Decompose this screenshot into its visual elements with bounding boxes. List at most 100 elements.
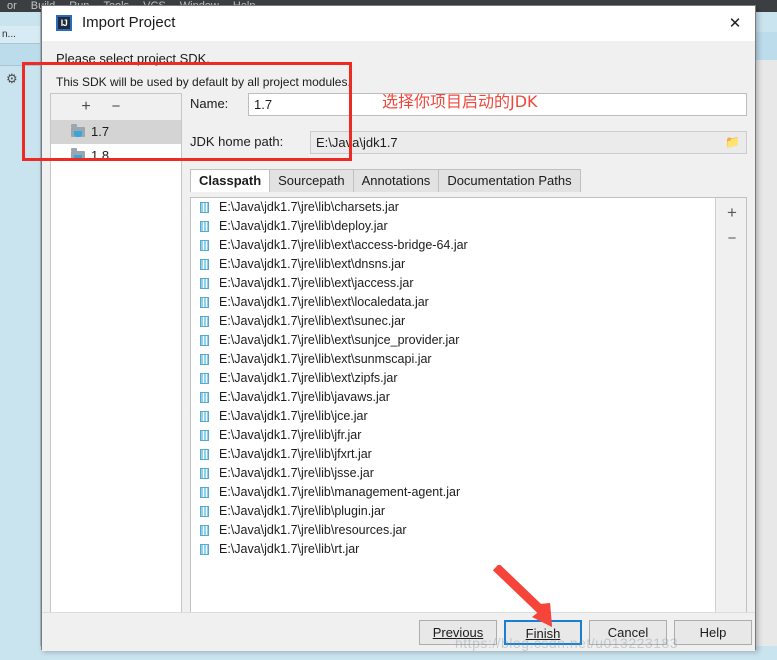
jar-file-icon (200, 316, 209, 327)
classpath-item-label: E:\Java\jdk1.7\jre\lib\ext\access-bridge… (219, 238, 468, 252)
tab-annotations[interactable]: Annotations (353, 169, 440, 192)
watermark-text: https://blog.csdn.net/u013223183 (455, 635, 679, 651)
dialog-prompt: Please select project SDK. (56, 51, 210, 66)
folder-browse-icon[interactable]: 📁 (725, 136, 740, 148)
menu-item-0[interactable]: or (0, 0, 24, 12)
classpath-item-label: E:\Java\jdk1.7\jre\lib\javaws.jar (219, 390, 390, 404)
classpath-list-item[interactable]: E:\Java\jdk1.7\jre\lib\rt.jar (191, 540, 715, 559)
remove-sdk-button[interactable]: − (107, 98, 125, 116)
classpath-item-label: E:\Java\jdk1.7\jre\lib\jce.jar (219, 409, 368, 423)
jar-file-icon (200, 449, 209, 460)
add-sdk-button[interactable]: + (77, 98, 95, 116)
dialog-body: Please select project SDK. This SDK will… (42, 41, 755, 651)
java-sdk-icon (71, 148, 86, 163)
classpath-item-label: E:\Java\jdk1.7\jre\lib\rt.jar (219, 542, 360, 556)
jar-file-icon (200, 544, 209, 555)
classpath-item-label: E:\Java\jdk1.7\jre\lib\ext\jaccess.jar (219, 276, 414, 290)
classpath-list-item[interactable]: E:\Java\jdk1.7\jre\lib\ext\localedata.ja… (191, 293, 715, 312)
sdk-item-label: 1.7 (91, 124, 110, 139)
close-icon[interactable]: ✕ (725, 14, 745, 34)
ide-left-tool-tab[interactable]: n... (0, 26, 40, 44)
classpath-list-item[interactable]: E:\Java\jdk1.7\jre\lib\ext\jaccess.jar (191, 274, 715, 293)
jar-file-icon (200, 221, 209, 232)
classpath-list[interactable]: E:\Java\jdk1.7\jre\lib\charsets.jar E:\Ja… (191, 198, 715, 647)
dialog-subprompt: This SDK will be used by default by all … (56, 75, 351, 89)
ide-left-toolwindow-strip: n... ⚙ (0, 12, 41, 660)
classpath-list-item[interactable]: E:\Java\jdk1.7\jre\lib\ext\dnsns.jar (191, 255, 715, 274)
ide-right-gutter (755, 12, 777, 660)
classpath-list-item[interactable]: E:\Java\jdk1.7\jre\lib\ext\sunec.jar (191, 312, 715, 331)
gear-icon[interactable]: ⚙ (6, 72, 20, 86)
classpath-item-label: E:\Java\jdk1.7\jre\lib\ext\dnsns.jar (219, 257, 406, 271)
jar-file-icon (200, 202, 209, 213)
jdk-home-path-input[interactable]: E:\Java\jdk1.7 📁 (310, 131, 747, 154)
jar-file-icon (200, 411, 209, 422)
add-classpath-button[interactable]: + (723, 204, 741, 222)
ide-right-toolwindow-band-2 (755, 32, 777, 60)
classpath-list-item[interactable]: E:\Java\jdk1.7\jre\lib\jsse.jar (191, 464, 715, 483)
classpath-list-item[interactable]: E:\Java\jdk1.7\jre\lib\ext\sunmscapi.jar (191, 350, 715, 369)
classpath-item-label: E:\Java\jdk1.7\jre\lib\management-agent.… (219, 485, 461, 499)
classpath-item-label: E:\Java\jdk1.7\jre\lib\ext\sunmscapi.jar (219, 352, 432, 366)
classpath-item-label: E:\Java\jdk1.7\jre\lib\jfxrt.jar (219, 447, 372, 461)
tab-sourcepath[interactable]: Sourcepath (270, 169, 354, 192)
remove-classpath-button[interactable]: − (723, 230, 741, 248)
intellij-logo-icon: IJ (56, 15, 72, 31)
jar-file-icon (200, 354, 209, 365)
tab-documentation-paths[interactable]: Documentation Paths (439, 169, 581, 192)
dialog-title: Import Project (82, 14, 176, 31)
classpath-item-label: E:\Java\jdk1.7\jre\lib\jsse.jar (219, 466, 374, 480)
classpath-side-toolbar: + − (715, 198, 746, 647)
jar-file-icon (200, 430, 209, 441)
annotation-note-text: 选择你项目启动的JDK (382, 92, 538, 111)
classpath-list-item[interactable]: E:\Java\jdk1.7\jre\lib\jfr.jar (191, 426, 715, 445)
classpath-item-label: E:\Java\jdk1.7\jre\lib\charsets.jar (219, 200, 399, 214)
classpath-list-item[interactable]: E:\Java\jdk1.7\jre\lib\resources.jar (191, 521, 715, 540)
jar-file-icon (200, 335, 209, 346)
jar-file-icon (200, 506, 209, 517)
sdk-list-toolbar: + − (51, 94, 181, 120)
classpath-list-item[interactable]: E:\Java\jdk1.7\jre\lib\charsets.jar (191, 198, 715, 217)
sdk-item-label: 1.8 (91, 148, 110, 163)
java-sdk-icon (71, 124, 86, 139)
screen: orBuildRunToolsVCSWindowHelp n... ⚙ IJ I… (0, 0, 777, 660)
classpath-item-label: E:\Java\jdk1.7\jre\lib\resources.jar (219, 523, 407, 537)
classpath-list-item[interactable]: E:\Java\jdk1.7\jre\lib\javaws.jar (191, 388, 715, 407)
jar-file-icon (200, 373, 209, 384)
sdk-detail-pane: Name: 1.7 JDK home path: E:\Java\jdk1.7 … (190, 93, 747, 648)
classpath-item-label: E:\Java\jdk1.7\jre\lib\ext\localedata.ja… (219, 295, 429, 309)
sdk-list-item-1-8[interactable]: 1.8 (51, 144, 181, 168)
name-label: Name: (190, 96, 229, 111)
dialog-title-bar: IJ Import Project ✕ (42, 6, 755, 41)
classpath-item-label: E:\Java\jdk1.7\jre\lib\plugin.jar (219, 504, 386, 518)
classpath-list-item[interactable]: E:\Java\jdk1.7\jre\lib\management-agent.… (191, 483, 715, 502)
jar-file-icon (200, 468, 209, 479)
classpath-list-item[interactable]: E:\Java\jdk1.7\jre\lib\jce.jar (191, 407, 715, 426)
jar-file-icon (200, 392, 209, 403)
jdk-home-path-value: E:\Java\jdk1.7 (316, 135, 398, 150)
ide-left-tool-tab-2[interactable] (0, 44, 40, 66)
classpath-list-item[interactable]: E:\Java\jdk1.7\jre\lib\deploy.jar (191, 217, 715, 236)
jar-file-icon (200, 259, 209, 270)
classpath-item-label: E:\Java\jdk1.7\jre\lib\ext\sunec.jar (219, 314, 406, 328)
help-button[interactable]: Help (674, 620, 752, 645)
classpath-item-label: E:\Java\jdk1.7\jre\lib\deploy.jar (219, 219, 388, 233)
classpath-item-label: E:\Java\jdk1.7\jre\lib\jfr.jar (219, 428, 362, 442)
classpath-list-item[interactable]: E:\Java\jdk1.7\jre\lib\ext\access-bridge… (191, 236, 715, 255)
sdk-list-panel: + − 1.7 1.8 (50, 93, 182, 648)
jar-file-icon (200, 240, 209, 251)
classpath-list-item[interactable]: E:\Java\jdk1.7\jre\lib\jfxrt.jar (191, 445, 715, 464)
jdk-home-path-label: JDK home path: (190, 134, 284, 149)
jar-file-icon (200, 525, 209, 536)
sdk-list-item-1-7[interactable]: 1.7 (51, 120, 181, 144)
classpath-list-item[interactable]: E:\Java\jdk1.7\jre\lib\plugin.jar (191, 502, 715, 521)
classpath-list-item[interactable]: E:\Java\jdk1.7\jre\lib\ext\sunjce_provid… (191, 331, 715, 350)
jar-file-icon (200, 278, 209, 289)
classpath-panel: E:\Java\jdk1.7\jre\lib\charsets.jar E:\Ja… (190, 197, 747, 648)
jar-file-icon (200, 487, 209, 498)
classpath-item-label: E:\Java\jdk1.7\jre\lib\ext\sunjce_provid… (219, 333, 460, 347)
sdk-tabs: Classpath Sourcepath Annotations Documen… (190, 169, 747, 193)
jar-file-icon (200, 297, 209, 308)
classpath-list-item[interactable]: E:\Java\jdk1.7\jre\lib\ext\zipfs.jar (191, 369, 715, 388)
tab-classpath[interactable]: Classpath (190, 169, 271, 192)
